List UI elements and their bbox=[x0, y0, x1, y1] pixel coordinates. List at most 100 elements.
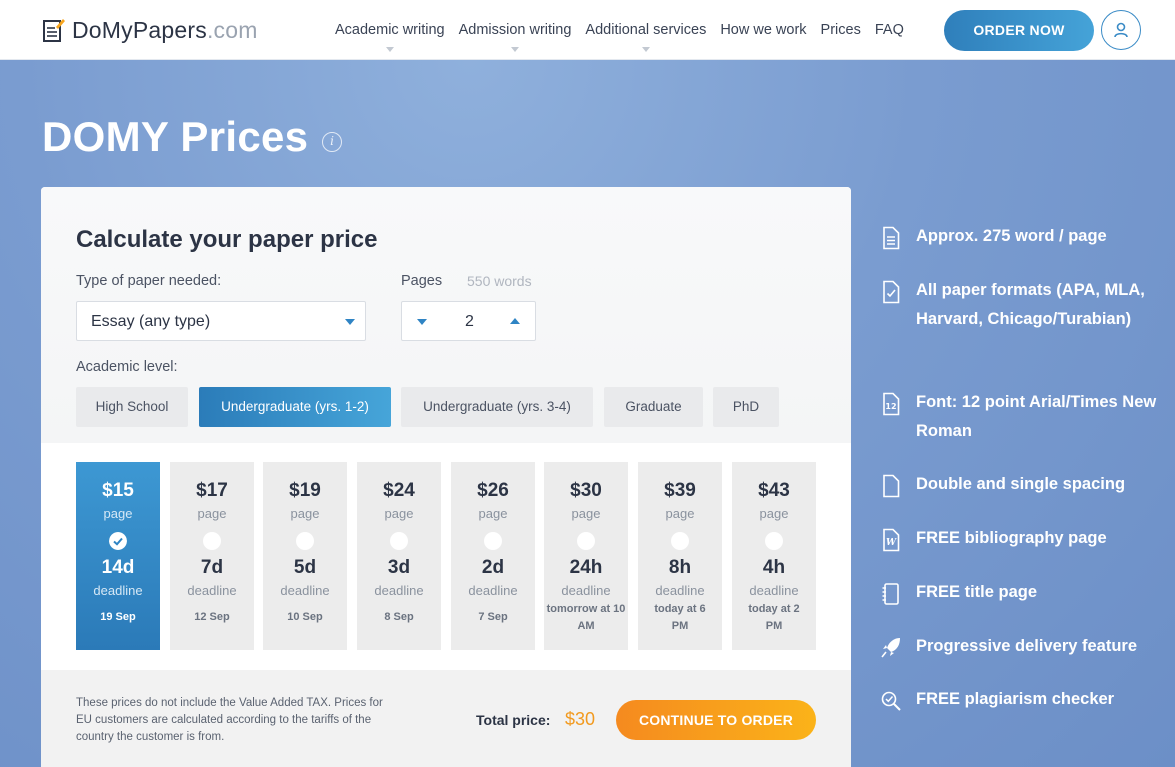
caret-down-icon bbox=[385, 47, 394, 52]
deadline-price: $17 bbox=[196, 480, 228, 501]
feature-item: W FREE bibliography page bbox=[880, 528, 1160, 553]
user-account-button[interactable] bbox=[1101, 10, 1141, 50]
nav-prices[interactable]: Prices bbox=[821, 0, 861, 60]
document-check-icon bbox=[883, 280, 900, 304]
deadline-word: deadline bbox=[468, 583, 518, 598]
deadline-price: $39 bbox=[664, 480, 696, 501]
main-nav: Academic writing Admission writing Addit… bbox=[335, 0, 918, 60]
pages-stepper[interactable]: 2 bbox=[401, 301, 536, 341]
info-icon[interactable]: i bbox=[322, 132, 342, 152]
total-price-value: $30 bbox=[565, 709, 596, 729]
feature-text: Progressive delivery feature bbox=[916, 637, 1138, 655]
continue-to-order-button[interactable]: CONTINUE TO ORDER bbox=[616, 700, 816, 740]
feature-item: Double and single spacing bbox=[880, 474, 1160, 499]
font-size-icon: 12 bbox=[883, 392, 900, 416]
deadline-unit: page bbox=[759, 506, 789, 521]
deadline-word: deadline bbox=[749, 583, 799, 598]
feature-item: FREE plagiarism checker bbox=[880, 690, 1160, 714]
radio-circle-icon bbox=[296, 532, 314, 550]
logo-main-text: DoMyPapers bbox=[72, 16, 207, 43]
document-pen-logo-icon bbox=[43, 19, 65, 42]
deadline-price: $24 bbox=[383, 480, 415, 501]
total-price-label: Total price: bbox=[476, 712, 551, 728]
radio-circle-icon bbox=[203, 532, 221, 550]
deadline-word: deadline bbox=[655, 583, 705, 598]
deadline-option-3d[interactable]: $24 page 3d deadline 8 Sep bbox=[357, 462, 441, 650]
feature-text: Approx. 275 word / page bbox=[916, 227, 1107, 245]
level-graduate-button[interactable]: Graduate bbox=[604, 387, 703, 427]
document-lines-icon bbox=[883, 226, 900, 250]
deadline-price: $43 bbox=[758, 480, 790, 501]
deadline-price: $30 bbox=[570, 480, 602, 501]
deadline-unit: page bbox=[103, 506, 133, 521]
feature-text: FREE bibliography page bbox=[916, 529, 1107, 547]
feature-text: All paper formats (APA, MLA, Harvard, Ch… bbox=[916, 281, 1145, 328]
logo-suffix-text: .com bbox=[206, 16, 258, 43]
deadline-unit: page bbox=[571, 506, 601, 521]
nav-faq[interactable]: FAQ bbox=[875, 0, 904, 60]
radio-circle-icon bbox=[390, 532, 408, 550]
calculator-footer: These prices do not include the Value Ad… bbox=[41, 670, 851, 767]
level-undergraduate-1-2-button[interactable]: Undergraduate (yrs. 1-2) bbox=[199, 387, 391, 427]
svg-text:12: 12 bbox=[885, 402, 896, 411]
increase-pages-icon[interactable] bbox=[510, 318, 520, 324]
pages-label: Pages bbox=[401, 273, 443, 289]
nav-academic-writing[interactable]: Academic writing bbox=[335, 0, 445, 60]
nav-additional-services[interactable]: Additional services bbox=[585, 0, 706, 60]
price-calculator: Calculate your paper price Type of paper… bbox=[41, 187, 851, 767]
deadline-duration: 5d bbox=[293, 557, 317, 578]
level-phd-button[interactable]: PhD bbox=[713, 387, 779, 427]
deadline-unit: page bbox=[290, 506, 320, 521]
nav-how-we-work[interactable]: How we work bbox=[720, 0, 806, 60]
deadline-duration: 14d bbox=[101, 557, 135, 578]
deadline-date: 10 Sep bbox=[287, 611, 323, 623]
deadline-unit: page bbox=[478, 506, 508, 521]
words-hint: 550 words bbox=[467, 273, 532, 289]
order-now-button[interactable]: ORDER NOW bbox=[944, 10, 1094, 51]
nav-label: FAQ bbox=[874, 22, 904, 38]
deadline-option-14d[interactable]: $15 page 14d deadline 19 Sep bbox=[76, 462, 160, 650]
deadline-option-7d[interactable]: $17 page 7d deadline 12 Sep bbox=[170, 462, 254, 650]
feature-item: All paper formats (APA, MLA, Harvard, Ch… bbox=[880, 280, 1160, 334]
level-undergraduate-3-4-button[interactable]: Undergraduate (yrs. 3-4) bbox=[401, 387, 593, 427]
site-logo[interactable]: DoMyPapers.com bbox=[42, 15, 258, 45]
paper-type-select[interactable]: Essay (any type) bbox=[76, 301, 366, 341]
deadline-date: 7 Sep bbox=[478, 611, 508, 623]
deadline-duration: 24h bbox=[569, 557, 603, 578]
deadline-duration: 7d bbox=[200, 557, 224, 578]
radio-circle-icon bbox=[671, 532, 689, 550]
feature-text: Font: 12 point Arial/Times New Roman bbox=[916, 393, 1157, 440]
bibliography-icon: W bbox=[883, 528, 900, 552]
deadline-option-8h[interactable]: $39 page 8h deadline today at 6 PM bbox=[638, 462, 722, 650]
deadline-option-4h[interactable]: $43 page 4h deadline today at 2 PM bbox=[732, 462, 816, 650]
feature-text: Double and single spacing bbox=[916, 475, 1126, 493]
deadline-word: deadline bbox=[187, 583, 237, 598]
site-header: DoMyPapers.com Academic writing Admissio… bbox=[0, 0, 1175, 60]
chevron-down-icon bbox=[345, 319, 355, 325]
checkmark-circle-icon bbox=[109, 532, 127, 550]
page-title: DOMY Prices bbox=[42, 113, 309, 160]
feature-item: FREE title page bbox=[880, 583, 1160, 607]
paper-type-label: Type of paper needed: bbox=[76, 273, 222, 289]
feature-item: Approx. 275 word / page bbox=[880, 226, 1160, 251]
radio-circle-icon bbox=[765, 532, 783, 550]
deadline-duration: 2d bbox=[481, 557, 505, 578]
caret-down-icon bbox=[511, 47, 519, 52]
deadline-date: 19 Sep bbox=[100, 611, 136, 623]
caret-down-icon bbox=[641, 47, 650, 52]
svg-text:W: W bbox=[886, 538, 897, 548]
rocket-icon bbox=[881, 638, 900, 658]
nav-admission-writing[interactable]: Admission writing bbox=[459, 0, 571, 60]
level-high-school-button[interactable]: High School bbox=[76, 387, 188, 427]
deadline-option-24h[interactable]: $30 page 24h deadline tomorrow at 10 AM bbox=[544, 462, 628, 650]
deadline-option-5d[interactable]: $19 page 5d deadline 10 Sep bbox=[263, 462, 347, 650]
deadline-date: 12 Sep bbox=[194, 611, 230, 623]
deadline-date: today at 2 PM bbox=[748, 603, 800, 632]
feature-item: Progressive delivery feature bbox=[880, 637, 1160, 661]
deadline-price: $15 bbox=[102, 480, 134, 501]
deadline-option-2d[interactable]: $26 page 2d deadline 7 Sep bbox=[451, 462, 535, 650]
academic-level-label: Academic level: bbox=[76, 359, 178, 375]
nav-label: Prices bbox=[820, 22, 861, 38]
radio-circle-icon bbox=[577, 532, 595, 550]
deadline-unit: page bbox=[665, 506, 695, 521]
